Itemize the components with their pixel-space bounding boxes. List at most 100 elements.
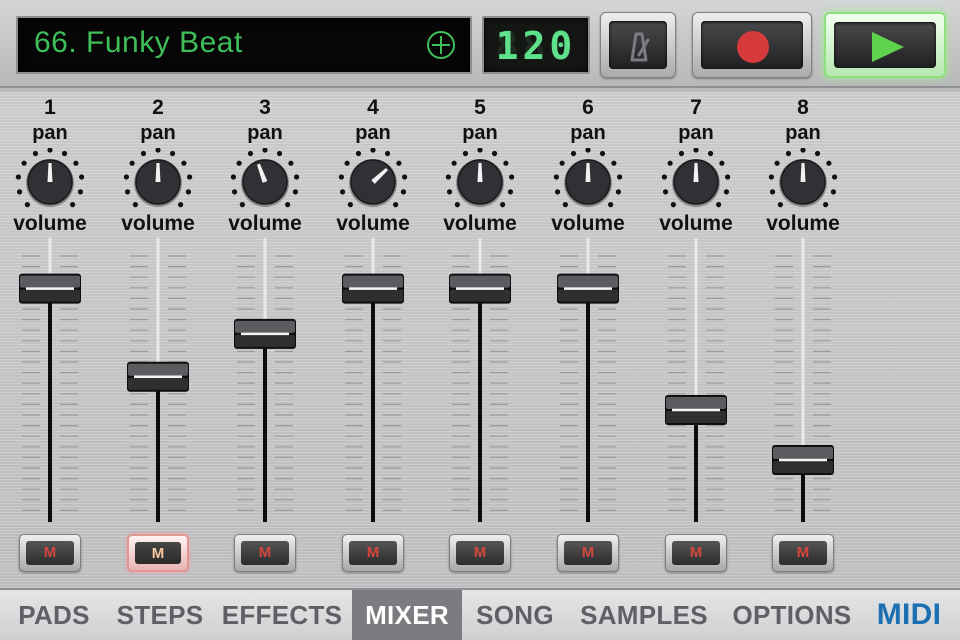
pan-tick	[678, 150, 685, 157]
fader-cap-top	[666, 397, 726, 410]
tab-bar: PADS STEPS EFFECTS MIXER SONG SAMPLES OP…	[0, 588, 960, 640]
pan-tick	[400, 189, 407, 195]
volume-fader[interactable]	[763, 238, 843, 528]
pan-tick	[716, 202, 722, 208]
volume-label: volume	[13, 212, 87, 235]
pan-tick	[15, 174, 21, 180]
fader-cap[interactable]	[665, 395, 727, 426]
channel-number: 5	[474, 96, 486, 119]
fader-cap-bottom	[666, 411, 726, 424]
volume-label: volume	[766, 212, 840, 235]
pan-knob[interactable]	[658, 148, 734, 218]
tab-steps[interactable]: STEPS	[108, 590, 212, 640]
fader-cap[interactable]	[234, 318, 296, 349]
volume-fader[interactable]	[440, 238, 520, 528]
mute-button[interactable]: M	[665, 534, 727, 572]
tab-pads[interactable]: PADS	[6, 590, 102, 640]
mixer-channel-7: 7 pan volume M	[642, 92, 750, 588]
pan-tick	[777, 202, 783, 208]
fader-cap[interactable]	[127, 361, 189, 392]
volume-fader[interactable]	[656, 238, 736, 528]
tab-options[interactable]: OPTIONS	[722, 590, 862, 640]
pan-tick	[774, 160, 780, 166]
song-display[interactable]: 66. Funky Beat	[16, 16, 472, 74]
pan-tick	[670, 202, 676, 208]
play-button[interactable]	[824, 12, 946, 78]
pan-tick	[124, 189, 131, 195]
pan-knob[interactable]	[120, 148, 196, 218]
pan-tick	[608, 202, 614, 208]
mute-button-label: M	[564, 541, 612, 565]
pan-tick	[832, 174, 838, 180]
pan-tick	[396, 160, 402, 166]
pan-tick	[73, 160, 79, 166]
pan-tick	[723, 189, 730, 195]
pan-tick	[570, 150, 577, 157]
tab-song[interactable]: SONG	[466, 590, 564, 640]
pan-tick	[123, 174, 129, 180]
pan-tick	[347, 202, 353, 208]
volume-fader[interactable]	[10, 238, 90, 528]
fader-cap-top	[773, 447, 833, 460]
fader-cap-bottom	[235, 334, 295, 347]
pan-knob[interactable]	[550, 148, 626, 218]
fader-cap[interactable]	[557, 273, 619, 304]
tab-mixer[interactable]: MIXER	[352, 590, 462, 640]
pan-knob[interactable]	[442, 148, 518, 218]
volume-fader[interactable]	[118, 238, 198, 528]
mixer-channel-5: 5 pan volume M	[426, 92, 534, 588]
pan-tick	[599, 150, 606, 157]
pan-tick	[562, 202, 568, 208]
pan-tick	[77, 189, 84, 195]
pan-knob[interactable]	[765, 148, 841, 218]
tab-samples[interactable]: SAMPLES	[570, 590, 718, 640]
pan-tick	[707, 150, 714, 157]
pan-knob[interactable]	[335, 148, 411, 218]
fader-cap[interactable]	[449, 273, 511, 304]
mute-button[interactable]: M	[127, 534, 189, 572]
pan-label: pan	[678, 122, 714, 144]
pan-tick	[294, 174, 300, 180]
volume-fader[interactable]	[548, 238, 628, 528]
metronome-button[interactable]	[600, 12, 676, 78]
play-button-face	[834, 22, 936, 68]
fader-cap[interactable]	[19, 273, 81, 304]
volume-fader[interactable]	[333, 238, 413, 528]
pan-tick	[611, 160, 617, 166]
pan-knob[interactable]	[227, 148, 303, 218]
mute-button[interactable]: M	[557, 534, 619, 572]
tempo-display[interactable]: 888 120	[482, 16, 590, 74]
tab-midi[interactable]: MIDI	[866, 590, 952, 640]
volume-label: volume	[443, 212, 517, 235]
circle-plus-icon[interactable]	[426, 30, 456, 60]
pan-knob[interactable]	[12, 148, 88, 218]
volume-label: volume	[336, 212, 410, 235]
tab-effects[interactable]: EFFECTS	[216, 590, 348, 640]
pan-tick	[140, 150, 147, 157]
mute-button[interactable]: M	[342, 534, 404, 572]
pan-tick	[185, 189, 192, 195]
volume-fader[interactable]	[225, 238, 305, 528]
mixer-channel-2: 2 pan volume M	[104, 92, 212, 588]
pan-tick	[507, 189, 514, 195]
mixer-channel-6: 6 pan volume M	[534, 92, 642, 588]
mute-button-label: M	[26, 541, 74, 565]
record-dot-icon	[737, 31, 769, 63]
record-button[interactable]	[692, 12, 812, 78]
mute-button[interactable]: M	[772, 534, 834, 572]
pan-tick	[132, 202, 138, 208]
mute-button[interactable]: M	[234, 534, 296, 572]
mute-button[interactable]: M	[449, 534, 511, 572]
pan-tick	[384, 150, 391, 157]
pan-tick	[725, 174, 731, 180]
pan-tick	[79, 174, 85, 180]
fader-cap[interactable]	[342, 273, 404, 304]
pan-tick	[559, 160, 565, 166]
mute-button[interactable]: M	[19, 534, 81, 572]
pan-tick	[231, 189, 238, 195]
pan-tick	[155, 148, 161, 153]
pan-label: pan	[247, 122, 283, 144]
channel-number: 4	[367, 96, 379, 119]
fader-cap[interactable]	[772, 445, 834, 476]
fader-cap-top	[558, 275, 618, 288]
